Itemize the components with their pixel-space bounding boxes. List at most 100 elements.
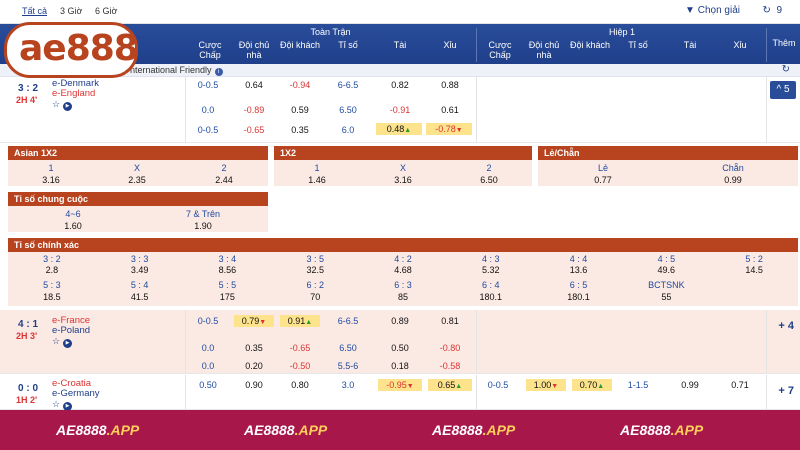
more-bets-button[interactable]: + 4 — [778, 320, 794, 332]
under-odds[interactable]: -0.78▼ — [426, 123, 472, 135]
home-odds[interactable]: 0.35 — [232, 343, 276, 353]
correct-score-odds[interactable]: 41.5 — [96, 292, 184, 302]
star-icon[interactable]: ☆ — [52, 336, 60, 346]
h1-home-odds[interactable]: 1.00▼ — [526, 379, 566, 391]
correct-score-odds[interactable]: 5.32 — [447, 265, 535, 275]
home-odds[interactable]: 0.79▼ — [234, 315, 274, 327]
away-odds[interactable]: 0.59 — [276, 105, 324, 115]
col-more: Thêm — [772, 38, 796, 48]
more-bets-button[interactable]: + 7 — [778, 385, 794, 397]
odds-up-icon: ▲ — [404, 127, 412, 134]
correct-score-odds[interactable]: 180.1 — [447, 292, 535, 302]
total-goals-label: 7 & Trên — [185, 209, 221, 219]
away-team[interactable]: e-Germany — [52, 388, 100, 399]
odds-down-icon: ▼ — [551, 383, 559, 390]
col-away: Đội khách — [279, 40, 321, 50]
total-line: 6.50 — [339, 105, 357, 115]
more-bets-button[interactable]: ^ 5 — [770, 81, 796, 99]
under-odds[interactable]: -0.80 — [426, 343, 474, 353]
odds-down-icon: ▼ — [259, 319, 267, 326]
home-odds[interactable]: -0.65 — [232, 125, 276, 135]
live-stream-icon[interactable]: ▶ — [63, 102, 73, 111]
away-odds[interactable]: -0.65 — [276, 343, 324, 353]
away-odds[interactable]: 0.80 — [276, 380, 324, 390]
filter-6h[interactable]: 6 Giờ — [95, 6, 117, 16]
correct-score-odds[interactable]: 49.6 — [622, 265, 710, 275]
odd-even-odds[interactable]: 0.99 — [668, 175, 798, 185]
h1-under-odds[interactable]: 0.71 — [716, 380, 764, 390]
correct-score-odds[interactable]: 14.5 — [710, 265, 798, 275]
away-odds[interactable]: -0.50 — [276, 361, 324, 371]
1x2-odds[interactable]: 3.16 — [360, 175, 446, 185]
league-filter-button[interactable]: ▼ Chọn giải — [685, 5, 740, 16]
league-name: nternational Friendly i — [130, 65, 223, 76]
home-odds[interactable]: 0.90 — [232, 380, 276, 390]
away-odds[interactable]: 0.91▲ — [280, 315, 320, 327]
brand-link[interactable]: AE8888.APP — [620, 422, 703, 438]
match-icons: ☆ ▶ — [52, 99, 73, 111]
away-team[interactable]: e-England — [52, 88, 95, 99]
odd-even-odds[interactable]: 0.77 — [538, 175, 668, 185]
total-goals-odds[interactable]: 1.90 — [138, 221, 268, 231]
brand-link[interactable]: AE8888.APP — [56, 422, 139, 438]
away-team[interactable]: e-Poland — [52, 325, 90, 336]
correct-score-odds[interactable]: 70 — [271, 292, 359, 302]
asian-odds[interactable]: 2.44 — [180, 175, 268, 185]
asian-odds[interactable]: 2.35 — [94, 175, 180, 185]
handicap-line: 0-0.5 — [197, 316, 219, 326]
h1-col-under: Xỉu — [733, 40, 747, 50]
correct-score-label: 4 : 5 — [657, 254, 676, 264]
odds-down-icon: ▼ — [455, 127, 463, 134]
under-odds[interactable]: -0.58 — [426, 361, 474, 371]
brand-link[interactable]: AE8888.APP — [432, 422, 515, 438]
correct-score-odds[interactable]: 55 — [622, 292, 710, 302]
away-odds[interactable]: 0.35 — [276, 125, 324, 135]
total-line: 3.0 — [341, 380, 355, 390]
over-odds[interactable]: -0.91 — [376, 105, 424, 115]
correct-score-odds[interactable]: 8.56 — [184, 265, 272, 275]
over-odds[interactable]: 0.48▲ — [376, 123, 422, 135]
under-odds[interactable]: 0.88 — [426, 80, 474, 90]
over-odds[interactable]: 0.50 — [376, 343, 424, 353]
filter-all[interactable]: Tất cả — [22, 6, 47, 16]
home-odds[interactable]: 0.64 — [232, 80, 276, 90]
correct-score-label: 5 : 2 — [745, 254, 763, 264]
1x2-odds[interactable]: 1.46 — [274, 175, 360, 185]
home-odds[interactable]: 0.20 — [232, 361, 276, 371]
correct-score-odds[interactable]: 3.49 — [96, 265, 184, 275]
correct-score-odds[interactable]: 4.68 — [359, 265, 447, 275]
brand-link[interactable]: AE8888.APP — [244, 422, 327, 438]
star-icon[interactable]: ☆ — [52, 399, 60, 409]
1x2-odds[interactable]: 6.50 — [446, 175, 532, 185]
under-odds[interactable]: 0.61 — [426, 105, 474, 115]
away-odds[interactable]: -0.94 — [276, 80, 324, 90]
over-odds[interactable]: -0.95▼ — [378, 379, 422, 391]
match-time: 1H 2' — [16, 395, 38, 405]
under-odds[interactable]: 0.65▲ — [428, 379, 472, 391]
star-icon[interactable]: ☆ — [52, 99, 60, 109]
correct-score-odds[interactable]: 175 — [184, 292, 272, 302]
h1-over-odds[interactable]: 0.99 — [666, 380, 714, 390]
over-odds[interactable]: 0.82 — [376, 80, 424, 90]
filter-3h[interactable]: 3 Giờ — [60, 6, 82, 16]
panel-1x2: 1 X 2 1.46 3.16 6.50 — [274, 160, 532, 186]
correct-score-odds[interactable]: 13.6 — [535, 265, 623, 275]
handicap-line: 0.50 — [199, 380, 217, 390]
asian-odds[interactable]: 3.16 — [8, 175, 94, 185]
correct-score-odds[interactable]: 18.5 — [8, 292, 96, 302]
correct-score-odds[interactable]: 85 — [359, 292, 447, 302]
h1-away-odds[interactable]: 0.70▲ — [572, 379, 612, 391]
live-stream-icon[interactable]: ▶ — [63, 339, 73, 348]
total-goals-odds[interactable]: 1.60 — [8, 221, 138, 231]
league-refresh-icon[interactable]: ↻ — [782, 64, 790, 75]
odds-up-icon: ▲ — [597, 383, 605, 390]
correct-score-odds[interactable]: 32.5 — [271, 265, 359, 275]
correct-score-odds[interactable]: 180.1 — [535, 292, 623, 302]
over-odds[interactable]: 0.89 — [376, 316, 424, 326]
correct-score-label: 6 : 5 — [569, 280, 588, 290]
home-odds[interactable]: -0.89 — [232, 105, 276, 115]
over-odds[interactable]: 0.18 — [376, 361, 424, 371]
refresh-button[interactable]: ↻ 9 — [762, 5, 782, 16]
under-odds[interactable]: 0.81 — [426, 316, 474, 326]
correct-score-odds[interactable]: 2.8 — [8, 265, 96, 275]
